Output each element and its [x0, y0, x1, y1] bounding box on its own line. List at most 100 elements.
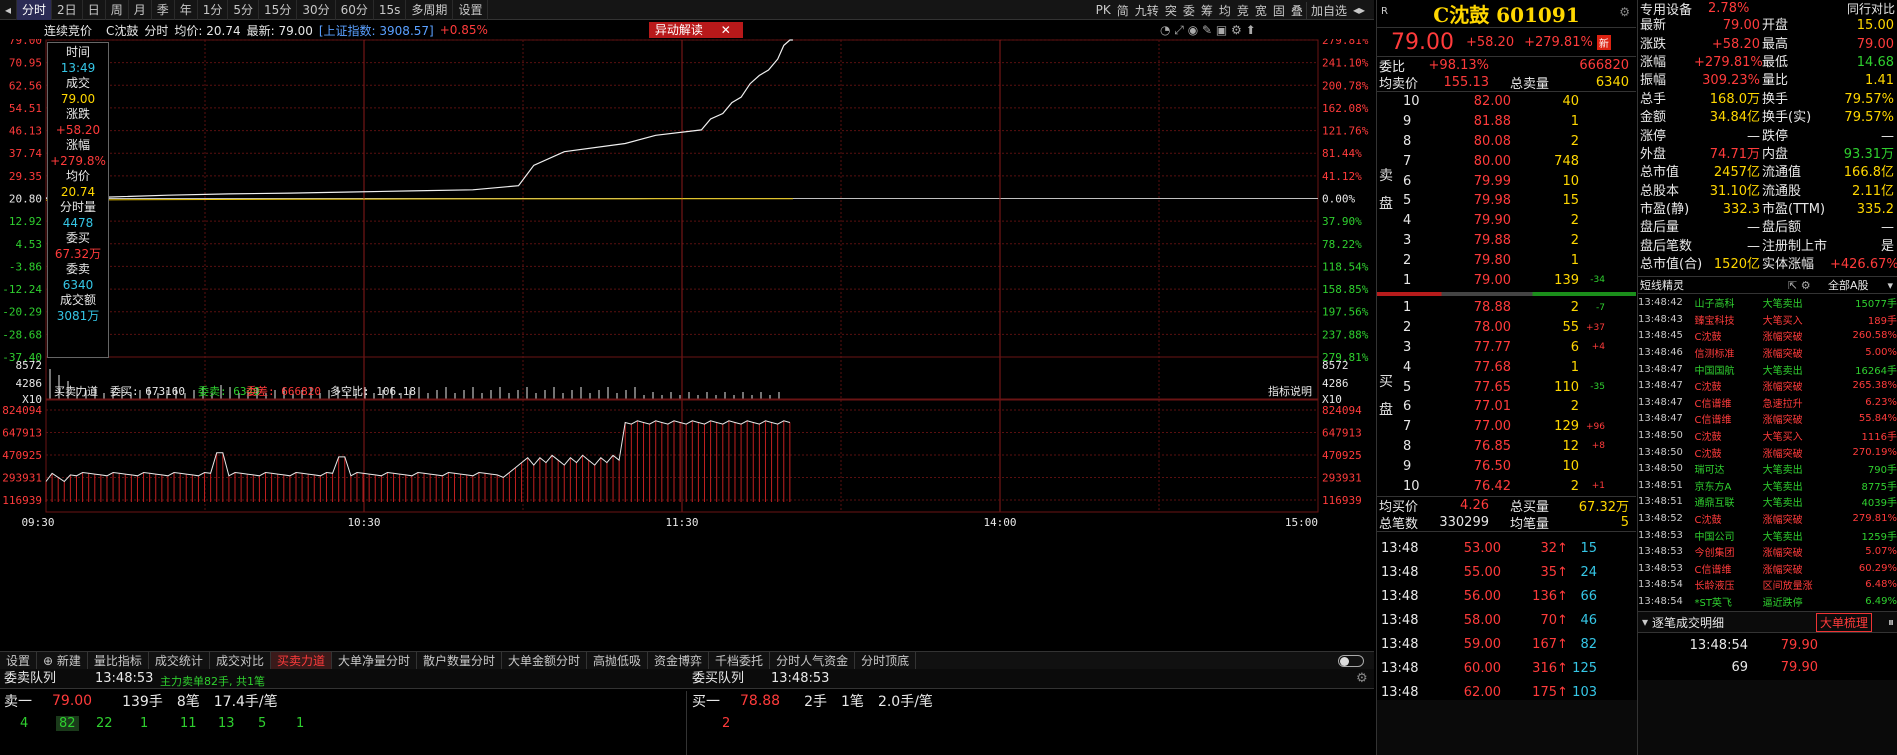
tab-sanhu-shuliang[interactable]: 散户数量分时: [417, 651, 502, 670]
tab-5min[interactable]: 5分: [228, 0, 260, 20]
gu-button[interactable]: 固: [1270, 2, 1288, 19]
tab-year[interactable]: 年: [175, 0, 198, 20]
sprite-row[interactable]: 13:48:47 C信谱维 涨幅突破 55.84%: [1638, 411, 1897, 428]
sprite-row[interactable]: 13:48:54 长龄液压 区间放量涨 6.48%: [1638, 577, 1897, 594]
tab-gaopao-dixi[interactable]: 高抛低吸: [587, 651, 649, 670]
tab-chengjiao-duibi[interactable]: 成交对比: [210, 651, 271, 670]
sprite-row[interactable]: 13:48:50 C沈鼓 大笔买入 1116手: [1638, 427, 1897, 444]
sprite-tools-icons[interactable]: ⇱ ⚙: [1788, 279, 1811, 292]
tab-zijin-boyi[interactable]: 资金博弈: [648, 651, 710, 670]
sprite-row[interactable]: 13:48:50 C沈鼓 涨幅突破 270.19%: [1638, 444, 1897, 461]
bid-level-row[interactable]: 1 78.88 2 -7: [1397, 298, 1637, 318]
sprite-row[interactable]: 13:48:53 C信谱维 涨幅突破 60.29%: [1638, 560, 1897, 577]
tab-quarter[interactable]: 季: [152, 0, 175, 20]
tab-60min[interactable]: 60分: [336, 0, 374, 20]
collapse-icon[interactable]: ▾: [1642, 615, 1648, 629]
sprite-row[interactable]: 13:48:53 今创集团 涨幅突破 5.07%: [1638, 543, 1897, 560]
sprite-row[interactable]: 13:48:47 C沈鼓 涨幅突破 265.38%: [1638, 377, 1897, 394]
ask-level-row[interactable]: 1 79.00 139 -34: [1397, 270, 1637, 290]
jing-button[interactable]: 竞: [1234, 2, 1252, 19]
sprite-row[interactable]: 13:48:47 C信谱维 急速拉升 6.23%: [1638, 394, 1897, 411]
tu-button[interactable]: 突: [1162, 2, 1180, 19]
tab-30min[interactable]: 30分: [297, 0, 336, 20]
sprite-stock: 通鼎互联: [1694, 498, 1735, 510]
sprite-row[interactable]: 13:48:54 *ST英飞 逼近跌停 6.49%: [1638, 593, 1897, 610]
gear-icon[interactable]: ⚙: [1356, 669, 1368, 689]
add-watchlist-button[interactable]: 加自选: [1305, 1, 1350, 19]
sprite-row[interactable]: 13:48:46 信测标准 涨幅突破 5.00%: [1638, 344, 1897, 361]
ask-level-row[interactable]: 7 80.00 748: [1397, 151, 1637, 171]
ask-level-row[interactable]: 8 80.08 2: [1397, 132, 1637, 152]
industry-name[interactable]: 专用设备: [1640, 0, 1692, 18]
simple-button[interactable]: 简: [1114, 2, 1132, 19]
ask-level-row[interactable]: 3 79.88 2: [1397, 231, 1637, 251]
settings-icon[interactable]: ⚙: [1619, 5, 1630, 19]
ask-level-row[interactable]: 10 82.00 40: [1397, 92, 1637, 112]
tab-chengjiao-tongji[interactable]: 成交统计: [149, 651, 210, 670]
sprite-row[interactable]: 13:48:51 通鼎互联 大笔卖出 4039手: [1638, 494, 1897, 511]
bid-level-row[interactable]: 4 77.68 1: [1397, 357, 1637, 377]
sprite-row[interactable]: 13:48:43 臻宝科技 大笔买入 189手: [1638, 311, 1897, 328]
sprite-row[interactable]: 13:48:42 山子高科 大笔卖出 15077手: [1638, 294, 1897, 311]
sprite-filter[interactable]: 全部A股: [1828, 277, 1869, 293]
jun-button[interactable]: 均: [1216, 2, 1234, 19]
bid-level-row[interactable]: 6 77.01 2: [1397, 397, 1637, 417]
ask-level-row[interactable]: 2 79.80 1: [1397, 250, 1637, 270]
bid-level-row[interactable]: 5 77.65 110 -35: [1397, 377, 1637, 397]
tab-renqi-zijin[interactable]: 分时人气资金: [770, 651, 856, 670]
toolbar-menu-icon[interactable]: ◂: [0, 0, 18, 20]
tab-new-indicator[interactable]: ⊕ 新建: [37, 651, 88, 670]
tab-indicator-settings[interactable]: 设置: [0, 651, 38, 670]
ask-level-row[interactable]: 9 81.88 1: [1397, 112, 1637, 132]
pk-button[interactable]: PK: [1093, 3, 1114, 17]
alert-button[interactable]: 异动解读 ✕: [648, 22, 743, 38]
tab-15s[interactable]: 15s: [374, 0, 407, 20]
toggle-switch[interactable]: [1338, 654, 1364, 667]
ask-level-row[interactable]: 6 79.99 10: [1397, 171, 1637, 191]
bid-level-row[interactable]: 3 77.77 6 +4: [1397, 338, 1637, 358]
tab-day[interactable]: 日: [83, 0, 106, 20]
peer-compare-button[interactable]: 同行对比: [1847, 0, 1895, 17]
bid-level-row[interactable]: 7 77.00 129 +96: [1397, 417, 1637, 437]
tab-fenshi[interactable]: 分时: [17, 0, 53, 20]
tab-settings[interactable]: 设置: [453, 0, 489, 20]
chevron-down-icon[interactable]: ▾: [1887, 279, 1893, 292]
sprite-row[interactable]: 13:48:47 中国国航 大笔卖出 16264手: [1638, 361, 1897, 378]
ask-level-volume: 2: [1570, 213, 1579, 229]
sprite-row[interactable]: 13:48:51 京东方A 大笔卖出 8775手: [1638, 477, 1897, 494]
bid-level-row[interactable]: 8 76.85 12 +8: [1397, 437, 1637, 457]
ask-level-row[interactable]: 5 79.98 15: [1397, 191, 1637, 211]
wei-button[interactable]: 委: [1180, 2, 1198, 19]
sprite-row[interactable]: 13:48:50 瑞可达 大笔卖出 790手: [1638, 460, 1897, 477]
tab-2day[interactable]: 2日: [52, 0, 83, 20]
close-icon[interactable]: ✕: [721, 23, 731, 37]
bid-level-row[interactable]: 2 78.00 55 +37: [1397, 318, 1637, 338]
tab-month[interactable]: 月: [129, 0, 152, 20]
tab-fenshi-dingdi[interactable]: 分时顶底: [855, 651, 917, 670]
panel-toggle-icon[interactable]: ◂▸: [1350, 3, 1368, 17]
tab-1min[interactable]: 1分: [198, 0, 229, 20]
pause-icon[interactable]: ⏸: [1888, 615, 1894, 630]
ask-level-row[interactable]: 4 79.90 2: [1397, 211, 1637, 231]
chou-button[interactable]: 筹: [1198, 2, 1216, 19]
indicator-help-button[interactable]: 指标说明: [1268, 384, 1312, 398]
tab-dadan-jine[interactable]: 大单金额分时: [502, 651, 588, 670]
chart-tools-icons[interactable]: ◔ ⤢ ◉ ✎ ▣ ⚙ ⬆: [1160, 23, 1256, 38]
tab-maimai-lidao[interactable]: 买卖力道: [270, 651, 332, 670]
sprite-row[interactable]: 13:48:52 C沈鼓 涨幅突破 279.81%: [1638, 510, 1897, 527]
tab-multi-period[interactable]: 多周期: [406, 0, 454, 20]
tab-15min[interactable]: 15分: [259, 0, 298, 20]
tab-qiandang-weituo[interactable]: 千档委托: [709, 651, 771, 670]
sprite-row[interactable]: 13:48:53 中国公司 大笔卖出 1259手: [1638, 527, 1897, 544]
bid-level-row[interactable]: 9 76.50 10: [1397, 456, 1637, 476]
bid-level-row[interactable]: 10 76.42 2 +1: [1397, 476, 1637, 496]
tab-liangbi[interactable]: 量比指标: [88, 651, 149, 670]
kuan-button[interactable]: 宽: [1252, 2, 1270, 19]
jiuzhuan-button[interactable]: 九转: [1132, 2, 1162, 19]
sprite-row[interactable]: 13:48:45 C沈鼓 涨幅突破 260.58%: [1638, 328, 1897, 345]
die-button[interactable]: 叠: [1288, 2, 1306, 19]
sprite-event: 逼近跌停: [1762, 597, 1803, 609]
big-order-button[interactable]: 大单梳理: [1816, 612, 1873, 632]
tab-week[interactable]: 周: [106, 0, 129, 20]
tab-dadan-jingliang[interactable]: 大单净量分时: [332, 651, 417, 670]
